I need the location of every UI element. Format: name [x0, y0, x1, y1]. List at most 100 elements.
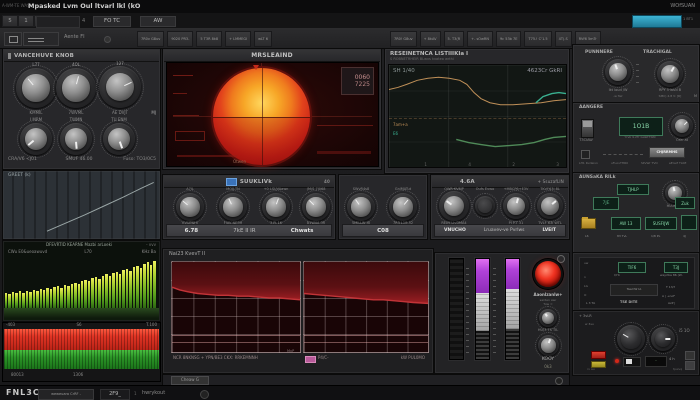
hardware-b2: tpwvq — [673, 367, 683, 371]
drive-knob-6[interactable] — [100, 120, 138, 158]
analyzer-subheader: S ROBNETRHEIR BLwvs kvateo wrthi — [390, 57, 454, 61]
monitor-knob2-value: 0k3 — [544, 364, 552, 369]
right-knob-2[interactable] — [654, 58, 686, 90]
toolbar-button[interactable]: + 8kAV — [419, 31, 441, 47]
right-k2-value: RPY 3 loud B — [658, 88, 682, 92]
io-button-1[interactable]: TIF6 — [618, 262, 646, 273]
io-box[interactable]: Taal IW IA — [610, 284, 658, 296]
hardware-icons[interactable]: i5 1O — [679, 328, 690, 333]
goniometer-display: 0060 7225 Otwen — [166, 62, 379, 167]
footer-button[interactable]: Cheaw G — [171, 376, 209, 385]
toolbar-button[interactable]: 7R0v G8uv — [137, 31, 165, 47]
statusbar: FNL3C weweuara CrRF - 2F9_ 1 hwrykout — [0, 385, 700, 400]
knob-footer-3: Fuso: TO3/0C5 — [123, 157, 156, 162]
ranger-checkbox[interactable] — [581, 150, 590, 159]
spectrum-bar — [150, 265, 153, 308]
io-button-2[interactable]: T3J — [664, 262, 688, 273]
drive-knob-5[interactable] — [57, 120, 95, 158]
mini-toggle[interactable] — [623, 357, 641, 367]
audio-workstation-window: A-WM-TE WAS Mpasked Lvm Oul ltvarl lkl (… — [0, 0, 700, 400]
toolbar-label: Aente FI — [64, 34, 85, 40]
drive-knob-3[interactable] — [96, 63, 144, 111]
io-panel: uw TIF6 T3J n LG O I/Y4 Taal IW IA weyrl… — [572, 252, 700, 312]
menubar-button-aw[interactable]: AW — [140, 16, 176, 27]
comp-knob-2[interactable] — [386, 190, 420, 224]
right-top-note: M — [693, 94, 697, 98]
ranger-toggle[interactable] — [581, 119, 594, 138]
accent-note: 1 BT1 — [683, 17, 694, 21]
right-knob-1[interactable] — [602, 56, 634, 88]
menubar-button-fotc[interactable]: FO TC — [93, 16, 131, 27]
preset-box-zuk[interactable]: Zuk — [675, 197, 695, 209]
toolbar-button[interactable]: 4T(.S — [554, 31, 572, 47]
titlebar-right-text: WOfSUAN — [670, 3, 695, 9]
meter-segment-purple — [506, 259, 519, 289]
ranger-knob[interactable] — [668, 112, 696, 140]
drive-knob-4[interactable] — [17, 120, 55, 158]
gain-knob-2[interactable] — [500, 190, 532, 222]
port-icon-1 — [685, 351, 695, 360]
gonio-bottom-label: Otwen — [233, 158, 246, 164]
toolbar-group-right: 7R0! G8uv + 8kAV 5. T3(R +- sOwRN 9c 53b 7E T… — [390, 31, 601, 47]
drive-knob-2[interactable] — [53, 65, 99, 111]
toolbar-button[interactable]: + LMMEGI — [225, 31, 252, 47]
segment-2[interactable]: 1 — [18, 15, 34, 27]
preset-lcd-small-value: 7JE — [602, 201, 610, 206]
statusbar-button[interactable]: weweuara CrRF - — [38, 389, 94, 400]
hardware-b1: rv au — [587, 367, 595, 371]
ranger-button[interactable]: CHJRRMHS — [649, 147, 685, 158]
folder-icon[interactable] — [581, 217, 596, 229]
preset-green-box[interactable] — [681, 215, 697, 230]
toolbar-button[interactable]: 7R0! G8uv — [390, 31, 417, 47]
knob3-bottom-label: AE DVJT — [112, 110, 128, 115]
toolbar-button[interactable]: 5. T3(R — [443, 31, 465, 47]
monitor-knob-1[interactable] — [536, 306, 560, 330]
gain-knob-1[interactable] — [436, 188, 472, 224]
ranger-row-label-1: LH1 Rvdeivn — [579, 161, 598, 165]
toolbar-button[interactable]: 5 T3R 8k8 — [196, 31, 223, 47]
spectrum-bar — [22, 292, 25, 308]
accent-button[interactable] — [632, 15, 682, 28]
toolbar-button[interactable]: wLT 6 — [254, 31, 272, 47]
footer-circle-icon[interactable] — [555, 377, 563, 385]
list-icon[interactable] — [23, 32, 59, 46]
toolbar-button[interactable]: 9c 53b 7E — [495, 31, 522, 47]
toolbar-button[interactable]: 9020 PR3- — [167, 31, 194, 47]
hardware-knob-1[interactable] — [614, 322, 648, 356]
monitor-knob-2[interactable] — [535, 332, 562, 359]
spectrum-bar — [56, 285, 60, 308]
eq-knob-1[interactable] — [173, 190, 207, 224]
gain-strip-right: + SsuzafLIN — [537, 179, 564, 184]
io-left-3: O — [584, 293, 587, 297]
frame-icon[interactable] — [4, 32, 22, 46]
response-area-right — [304, 262, 428, 352]
eq-knob-4[interactable] — [299, 190, 333, 224]
segment-1[interactable]: 5 — [2, 15, 18, 27]
preset-button-1-label: TJHLP — [627, 187, 639, 192]
preset-panel: AUNSaKA RILk TJHLP 7JE Huur REA Zuk AW 1… — [572, 172, 700, 254]
gain-flat-button[interactable] — [472, 193, 498, 219]
gain-strip-panel: 4.6A + SsuzafLIN OWR KVMP Oufs Evwo +MBC… — [430, 174, 570, 240]
gain-knob-3[interactable] — [534, 190, 566, 222]
drive-knob-1[interactable] — [13, 65, 59, 111]
corner-dial-icon[interactable] — [557, 255, 565, 263]
meter-segment-dark — [450, 259, 463, 359]
right-top-panel: PUNNNERE TRACHIGAL Ikt loud /W RPY 3 lou… — [572, 44, 700, 104]
window-title: Mpasked Lvm Oul ltvarl lkl (kO — [28, 2, 141, 10]
statusbar-circle-icon[interactable] — [200, 390, 209, 399]
record-dot-icon[interactable] — [104, 36, 111, 43]
hardware-knob-2[interactable] — [648, 324, 678, 354]
menubar: 5 1 0 4 FO TC AW 1 BT1 — [0, 13, 700, 29]
gain-readout-bar: VNUCHO Lruavev-ve Pvrlws LVEIT — [434, 224, 566, 237]
eq-knob-2[interactable] — [216, 190, 250, 224]
spectrum-bar — [136, 265, 139, 308]
toolbar-button[interactable]: +- sOwRN — [467, 31, 493, 47]
comp-knob-1[interactable] — [344, 190, 378, 224]
spectrum-bar — [87, 281, 91, 308]
eq-knob-3[interactable] — [259, 190, 293, 224]
menubar-wide-button[interactable] — [36, 16, 80, 28]
monitor-red-button[interactable] — [535, 261, 561, 287]
preset-button-1[interactable]: TJHLP — [617, 184, 649, 195]
toolbar-button[interactable]: T75.! C'1.5 — [524, 31, 552, 47]
statusbar-sep: 1 — [134, 391, 137, 396]
